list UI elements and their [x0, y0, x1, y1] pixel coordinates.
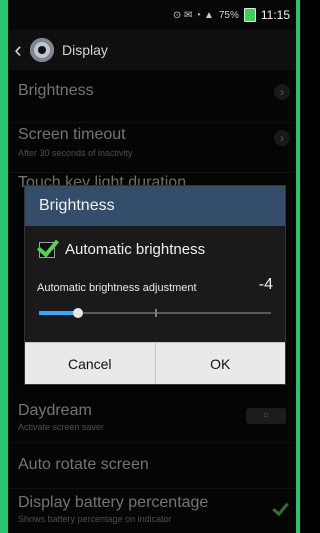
brightness-slider[interactable] [39, 308, 271, 318]
slider-midpoint [155, 309, 157, 317]
slider-thumb[interactable] [73, 308, 83, 318]
status-time: 11:15 [260, 8, 290, 22]
checkbox[interactable] [39, 241, 55, 258]
status-right: ⊙ ✉ ◔ ▲ 75% 11:15 [173, 8, 290, 22]
green-edge-right [296, 0, 300, 533]
dialog-title: Brightness [25, 186, 285, 226]
adjustment-label: Automatic brightness adjustment [37, 282, 197, 294]
adjustment-value: -4 [258, 276, 273, 293]
phone-screen-frame: ⊙ ✉ ◔ ▲ 75% 11:15 ‹ Display Brightness ›… [0, 0, 300, 533]
automatic-brightness-label: Automatic brightness [65, 241, 206, 258]
gear-icon [30, 38, 54, 62]
dialog-buttons: Cancel OK [25, 342, 285, 384]
status-bar: ⊙ ✉ ◔ ▲ 75% 11:15 [8, 0, 296, 30]
brightness-dialog: Brightness Automatic brightness Automati… [24, 185, 286, 385]
battery-icon [243, 8, 256, 22]
settings-top-bar: ‹ Display [8, 30, 296, 70]
device-screen: ⊙ ✉ ◔ ▲ 75% 11:15 ‹ Display Brightness ›… [8, 0, 296, 533]
status-icons: ⊙ ✉ ◔ ▲ [172, 9, 214, 21]
page-title: Display [62, 42, 108, 58]
chevron-left-icon[interactable]: ‹ [8, 39, 28, 61]
battery-percent: 75% [218, 9, 239, 21]
ok-button[interactable]: OK [154, 342, 285, 384]
green-edge-left [0, 0, 8, 533]
automatic-brightness-option[interactable]: Automatic brightness [39, 241, 205, 258]
cancel-button[interactable]: Cancel [25, 342, 155, 384]
